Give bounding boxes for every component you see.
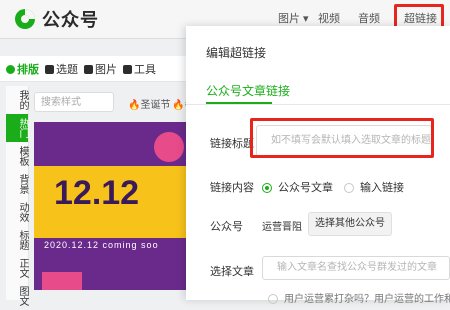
topic-icon [45, 65, 54, 75]
radio-unchecked-icon [344, 183, 354, 194]
radio-unchecked-icon [268, 294, 278, 305]
link-title-highlight [250, 118, 434, 158]
banner-decoration [42, 272, 82, 290]
option-link[interactable]: 输入链接 [344, 179, 404, 195]
sidebar-item-template[interactable]: 模板 [6, 142, 28, 170]
article-search-input[interactable]: 输入文章名查找公众号群发过的文章 [262, 256, 450, 280]
sidebar-item-image-text[interactable]: 图文 [6, 282, 28, 310]
link-content-label: 链接内容 [210, 182, 254, 194]
topnav-image[interactable]: 图片 ▾ [278, 10, 309, 26]
sidebar-item-animation[interactable]: 动效 [6, 198, 28, 226]
toolbar-item-image[interactable]: 图片 [84, 61, 117, 77]
tab-article-link[interactable]: 公众号文章链接 [206, 82, 290, 99]
toolbar-image-label: 图片 [95, 63, 117, 76]
toolbar-tools-label: 工具 [134, 63, 156, 76]
article-result-item[interactable]: 用户运营累打杂吗？用户运营的工作和职 [268, 290, 450, 305]
link-title-label: 链接标题 [210, 138, 254, 150]
radio-checked-icon [262, 183, 272, 194]
toolbar-item-topic[interactable]: 选题 [45, 61, 78, 77]
option-link-label: 输入链接 [360, 182, 404, 194]
style-search-input[interactable]: 搜索样式 [34, 92, 114, 112]
account-label: 公众号 [210, 221, 243, 233]
banner-decoration [154, 132, 184, 162]
dialog-title: 编辑超链接 [206, 46, 267, 60]
sidebar-item-body[interactable]: 正文 [6, 254, 28, 282]
sidebar-item-hot[interactable]: 热门 [6, 114, 28, 142]
fire-icon: 🔥 [128, 100, 141, 111]
logo[interactable]: 公众号 [14, 6, 99, 32]
topnav-audio[interactable]: 音频 [358, 10, 380, 26]
account-value: 运营晋阻 [262, 222, 302, 233]
tag-christmas-label: 圣诞节 [140, 100, 171, 111]
toolbar-item-tools[interactable]: 工具 [123, 61, 156, 77]
toolbar-topic-label: 选题 [56, 63, 78, 76]
logo-text: 公众号 [42, 10, 99, 30]
layout-icon [6, 65, 15, 75]
select-article-label: 选择文章 [210, 266, 254, 278]
template-banner[interactable]: 12.12 2020.12.12 coming soo [34, 122, 194, 290]
editor-toolbar: 排版 选题 图片 工具 [0, 56, 200, 82]
choose-other-account-button[interactable]: 选择其他公众号 [308, 212, 392, 236]
banner-sub-text: 2020.12.12 coming soo [44, 240, 159, 250]
banner-big-text: 12.12 [54, 174, 140, 212]
topnav-video[interactable]: 视频 [318, 10, 340, 26]
sidebar-item-background[interactable]: 背景 [6, 170, 28, 198]
sidebar: 我的 热门 模板 背景 动效 标题 正文 图文 [6, 86, 29, 306]
option-article-label: 公众号文章 [278, 182, 333, 194]
logo-icon [15, 9, 35, 29]
option-article[interactable]: 公众号文章 [262, 179, 333, 195]
toolbar-item-layout[interactable]: 排版 [6, 61, 39, 77]
tag-christmas[interactable]: 🔥圣诞节 [128, 96, 170, 111]
sidebar-item-heading[interactable]: 标题 [6, 226, 28, 254]
dialog-divider [186, 104, 450, 105]
tools-icon [123, 65, 132, 75]
fire-icon: 🔥 [172, 100, 185, 111]
sidebar-item-mine[interactable]: 我的 [6, 86, 28, 114]
toolbar-layout-label: 排版 [17, 63, 39, 76]
image-icon [84, 65, 93, 75]
